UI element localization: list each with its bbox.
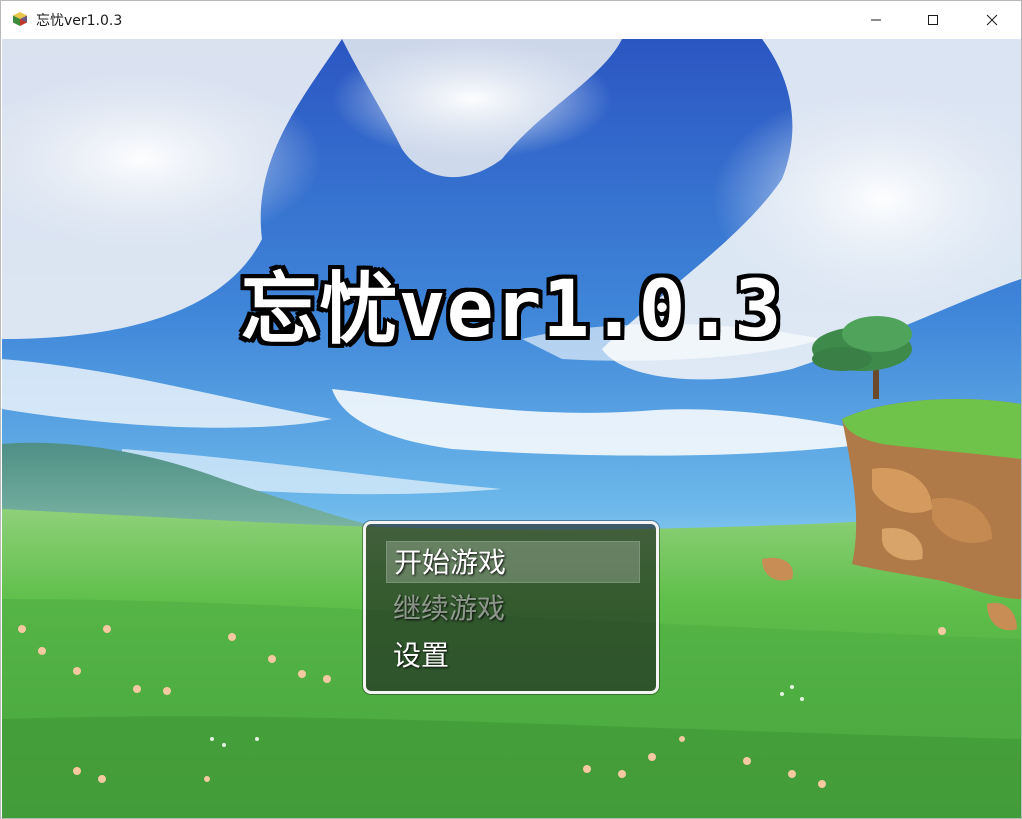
game-title: 忘忧ver1.0.3 (240, 265, 783, 355)
close-button[interactable] (963, 1, 1021, 38)
title-background-image (2, 39, 1021, 818)
maximize-button[interactable] (904, 1, 962, 38)
window-title: 忘忧ver1.0.3 (36, 13, 123, 29)
menu-item-continue[interactable]: 继续游戏 (386, 588, 640, 630)
close-icon (986, 14, 998, 25)
minimize-icon (871, 19, 881, 20)
title-command-window: 开始游戏 继续游戏 设置 (363, 521, 659, 694)
rpgmaker-cube-icon (13, 12, 27, 26)
game-window: 忘忧ver1.0.3 忘忧ver1.0.3 开始游戏 继续游戏 设置 (0, 0, 1022, 819)
menu-item-options[interactable]: 设置 (386, 635, 640, 677)
title-bar[interactable]: 忘忧ver1.0.3 (1, 1, 1021, 38)
maximize-icon (928, 14, 938, 25)
menu-item-new-game[interactable]: 开始游戏 (386, 541, 640, 583)
minimize-button[interactable] (847, 1, 905, 38)
game-canvas[interactable]: 忘忧ver1.0.3 开始游戏 继续游戏 设置 (2, 39, 1021, 818)
